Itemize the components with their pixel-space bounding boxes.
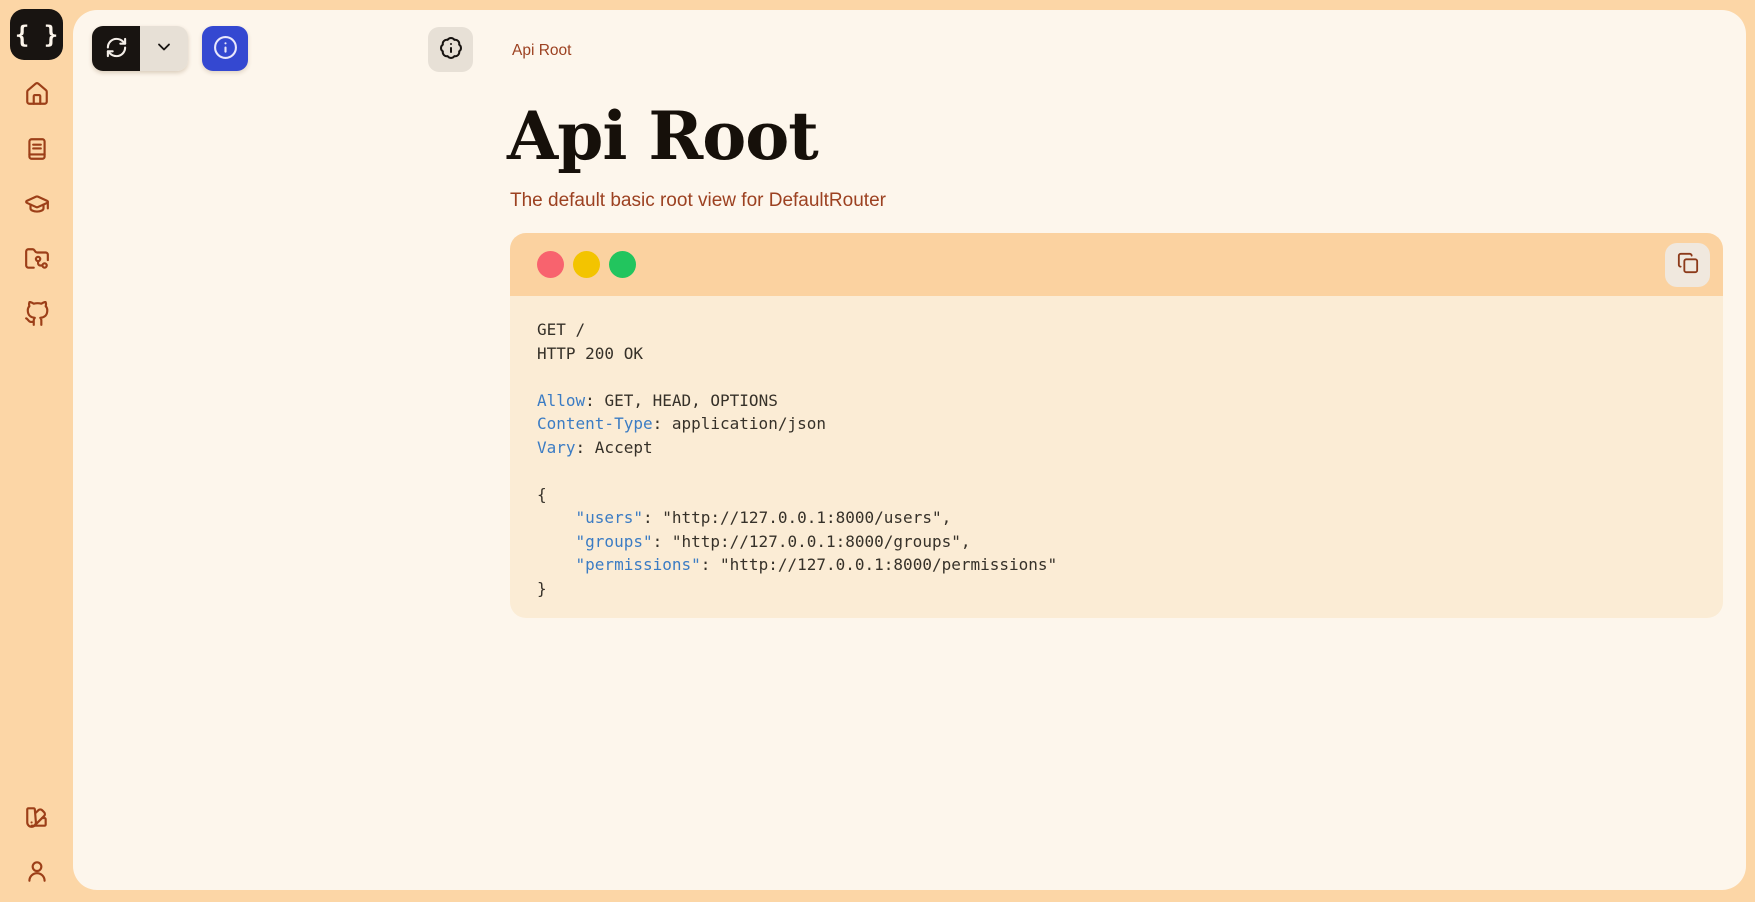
sidebar-item-github[interactable] [24, 302, 50, 328]
sidebar-footer [24, 805, 50, 902]
refresh-split-button [92, 26, 188, 71]
breadcrumb[interactable]: Api Root [512, 42, 571, 60]
sidebar: { } [0, 0, 73, 902]
terminal-header [510, 233, 1723, 296]
code-line: "permissions": "http://127.0.0.1:8000/pe… [537, 553, 1695, 577]
sidebar-item-repository[interactable] [24, 247, 50, 273]
terminal-code: GET /HTTP 200 OK Allow: GET, HEAD, OPTIO… [510, 296, 1723, 618]
code-line: { [537, 483, 1695, 507]
sidebar-nav [24, 82, 50, 328]
sidebar-item-theme[interactable] [24, 805, 50, 831]
app-logo[interactable]: { } [10, 9, 63, 60]
code-line: Allow: GET, HEAD, OPTIONS [537, 389, 1695, 413]
terminal-dot [609, 251, 636, 278]
graduation-cap-icon [24, 191, 50, 220]
user-icon [24, 858, 50, 887]
code-line: } [537, 577, 1695, 601]
badge-info-icon [439, 36, 463, 63]
badge-info-button[interactable] [428, 27, 473, 72]
code-line: HTTP 200 OK [537, 342, 1695, 366]
code-line [537, 459, 1695, 483]
sidebar-item-docs[interactable] [24, 137, 50, 163]
refresh-options-button[interactable] [140, 26, 188, 71]
page-subtitle: The default basic root view for DefaultR… [510, 190, 886, 212]
house-icon [24, 81, 50, 110]
sidebar-item-account[interactable] [24, 859, 50, 885]
app-logo-braces: { } [15, 21, 58, 49]
github-icon [24, 301, 50, 330]
code-line: "users": "http://127.0.0.1:8000/users", [537, 506, 1695, 530]
info-button[interactable] [202, 26, 248, 71]
terminal-dot [537, 251, 564, 278]
page-title: Api Root [507, 92, 818, 181]
folder-git-icon [24, 246, 50, 275]
response-terminal: GET /HTTP 200 OK Allow: GET, HEAD, OPTIO… [510, 233, 1723, 618]
swatch-book-icon [24, 804, 50, 833]
code-line: Content-Type: application/json [537, 412, 1695, 436]
main-panel: Api Root Api Root The default basic root… [73, 10, 1746, 890]
info-icon [213, 35, 238, 63]
code-line: "groups": "http://127.0.0.1:8000/groups"… [537, 530, 1695, 554]
refresh-button[interactable] [92, 26, 140, 71]
notebook-icon [24, 136, 50, 165]
terminal-dot [573, 251, 600, 278]
terminal-dots [537, 251, 636, 278]
copy-button[interactable] [1665, 243, 1710, 287]
sidebar-item-home[interactable] [24, 82, 50, 108]
code-line: Vary: Accept [537, 436, 1695, 460]
refresh-icon [105, 36, 128, 62]
code-line: GET / [537, 318, 1695, 342]
copy-icon [1677, 252, 1699, 277]
code-line [537, 365, 1695, 389]
chevron-down-icon [154, 37, 174, 60]
sidebar-item-tutorials[interactable] [24, 192, 50, 218]
